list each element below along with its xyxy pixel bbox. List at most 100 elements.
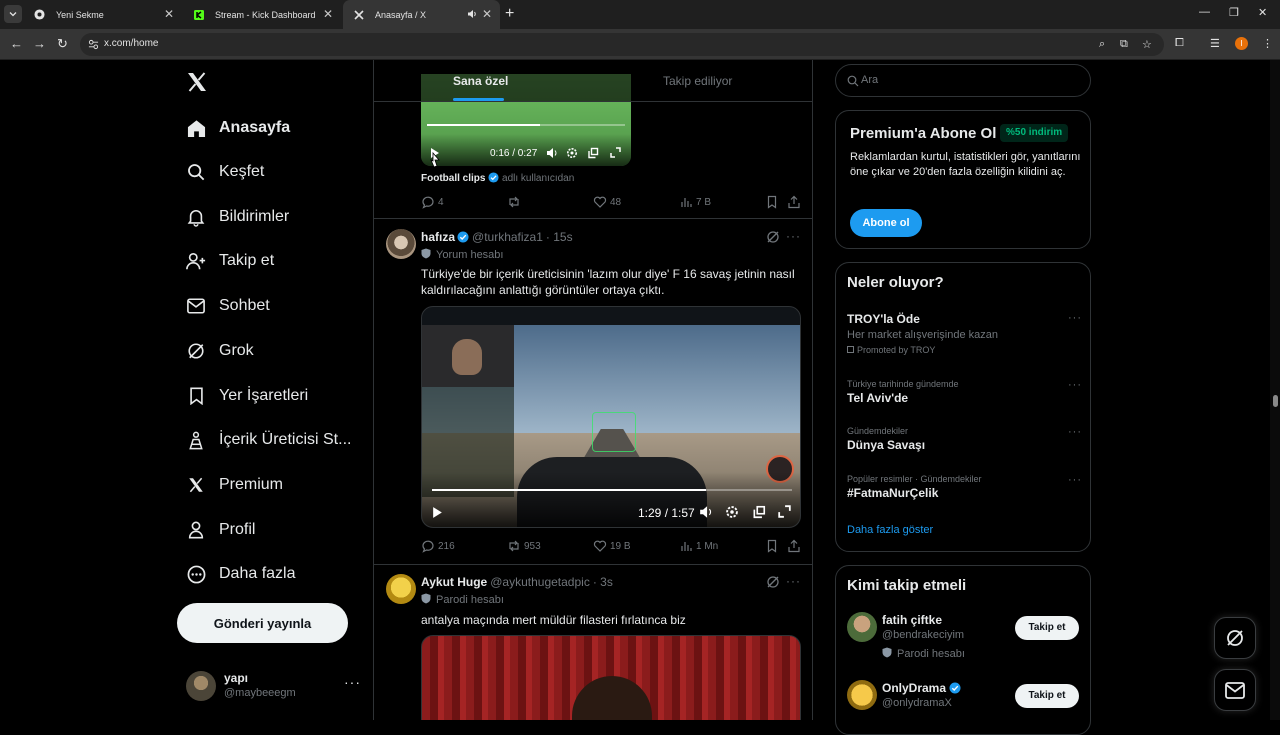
nav-item-chat[interactable]: Sohbet bbox=[186, 290, 270, 322]
close-icon[interactable]: ✕ bbox=[164, 8, 174, 20]
messages-fab-button[interactable] bbox=[1214, 669, 1256, 711]
speaker-icon[interactable] bbox=[467, 9, 478, 19]
nav-item-explore[interactable]: Keşfet bbox=[186, 156, 264, 188]
more-dots-icon[interactable]: ··· bbox=[786, 574, 801, 588]
play-icon[interactable] bbox=[432, 506, 443, 519]
video-credit[interactable]: Football clips adlı kullanıcıdan bbox=[421, 172, 574, 184]
video-progress-bar[interactable] bbox=[432, 489, 792, 491]
close-icon[interactable]: ✕ bbox=[323, 8, 333, 20]
author-handle[interactable]: @turkhafiza1 bbox=[472, 230, 543, 244]
more-dots-icon[interactable]: ··· bbox=[1068, 379, 1082, 391]
bookmark-button[interactable] bbox=[765, 539, 782, 553]
more-dots-icon[interactable]: ··· bbox=[344, 674, 361, 690]
nav-item-premium[interactable]: Premium bbox=[186, 469, 283, 501]
avatar[interactable] bbox=[847, 612, 877, 642]
grok-icon[interactable] bbox=[766, 575, 780, 589]
reply-button[interactable]: 216 bbox=[421, 539, 455, 553]
author-handle[interactable]: @aykuthugetadpic bbox=[490, 575, 590, 589]
install-app-icon[interactable]: ⧉ bbox=[1120, 38, 1128, 51]
tab-following[interactable]: Takip ediliyor bbox=[663, 74, 732, 88]
nav-item-more[interactable]: Daha fazla bbox=[186, 558, 296, 590]
trend-item[interactable]: Popüler resimler · Gündemdekiler #FatmaN… bbox=[847, 474, 1082, 500]
subscribe-button[interactable]: Abone ol bbox=[850, 209, 922, 237]
suggestion-name[interactable]: fatih çiftke bbox=[882, 613, 942, 627]
avatar[interactable] bbox=[386, 229, 416, 259]
repost-button[interactable]: 953 bbox=[507, 539, 541, 553]
author-name[interactable]: Aykut Huge bbox=[421, 575, 487, 589]
nav-item-profile[interactable]: Profil bbox=[186, 514, 255, 546]
nav-item-follow[interactable]: Takip et bbox=[186, 245, 274, 277]
more-dots-icon[interactable]: ··· bbox=[786, 229, 801, 243]
follow-suggestion[interactable]: OnlyDrama @onlydramaX Takip et bbox=[847, 680, 1082, 730]
page-scrollbar[interactable] bbox=[1270, 60, 1280, 720]
close-window-button[interactable]: ✕ bbox=[1258, 6, 1267, 19]
avatar[interactable] bbox=[847, 680, 877, 710]
views-button[interactable]: 1 Mn bbox=[679, 539, 718, 553]
post-time[interactable]: · 3s bbox=[593, 575, 613, 589]
tab-search-button[interactable] bbox=[4, 5, 22, 23]
tab-for-you[interactable]: Sana özel bbox=[453, 74, 508, 88]
nav-item-home[interactable]: Anasayfa bbox=[186, 112, 290, 144]
follow-button[interactable]: Takip et bbox=[1015, 684, 1079, 708]
suggestion-name[interactable]: OnlyDrama bbox=[882, 681, 961, 695]
bookmark-button[interactable] bbox=[765, 195, 782, 209]
x-logo-icon[interactable] bbox=[185, 70, 209, 94]
zoom-icon[interactable]: ⌕ bbox=[1099, 38, 1105, 51]
trend-item[interactable]: Gündemdekiler Dünya Savaşı ··· bbox=[847, 426, 1082, 452]
media-control-icon[interactable]: ☰ bbox=[1210, 37, 1220, 50]
video-player[interactable]: 1:29 / 1:57 bbox=[421, 306, 801, 528]
browser-menu-icon[interactable]: ⋮ bbox=[1262, 37, 1273, 50]
more-dots-icon[interactable]: ··· bbox=[1068, 474, 1082, 486]
tab-kick-dashboard[interactable]: Stream - Kick Dashboard ✕ bbox=[183, 0, 341, 29]
post-author[interactable]: Aykut Huge @aykuthugetadpic · 3s bbox=[421, 575, 613, 589]
repost-button[interactable] bbox=[507, 195, 524, 209]
post-button[interactable]: Gönderi yayınla bbox=[177, 603, 348, 643]
settings-gear-icon[interactable] bbox=[566, 147, 578, 159]
forward-button[interactable]: → bbox=[33, 36, 46, 52]
nav-item-bookmarks[interactable]: Yer İşaretleri bbox=[186, 380, 308, 412]
like-button[interactable]: 19 B bbox=[593, 539, 631, 553]
extensions-icon[interactable]: ⧠ bbox=[1175, 37, 1184, 50]
nav-item-grok[interactable]: Grok bbox=[186, 335, 254, 367]
minimize-button[interactable]: — bbox=[1199, 6, 1210, 18]
follow-suggestion[interactable]: fatih çiftke @bendrakeciyim Parodi hesab… bbox=[847, 612, 1082, 662]
address-bar[interactable]: x.com/home ⌕ ⧉ ☆ bbox=[80, 33, 1164, 56]
reply-button[interactable]: 4 bbox=[421, 195, 444, 209]
reload-button[interactable]: ↻ bbox=[57, 36, 68, 52]
share-button[interactable] bbox=[787, 539, 804, 553]
back-button[interactable]: ← bbox=[10, 36, 23, 52]
account-switcher[interactable]: yapı @maybeeegm ··· bbox=[184, 668, 364, 708]
video-progress-bar[interactable] bbox=[427, 124, 625, 126]
settings-gear-icon[interactable] bbox=[725, 505, 739, 519]
profile-avatar[interactable]: I bbox=[1235, 37, 1248, 50]
fullscreen-icon[interactable] bbox=[778, 505, 791, 518]
avatar[interactable] bbox=[386, 574, 416, 604]
nav-item-creator-studio[interactable]: İçerik Üreticisi St... bbox=[186, 424, 351, 456]
post-time[interactable]: · 15s bbox=[546, 230, 573, 244]
post-author[interactable]: hafıza @turkhafiza1 · 15s bbox=[421, 230, 573, 244]
tab-new-tab[interactable]: Yeni Sekme ✕ bbox=[24, 0, 182, 29]
like-button[interactable]: 48 bbox=[593, 195, 621, 209]
picture-in-picture-icon[interactable] bbox=[752, 505, 766, 519]
fullscreen-icon[interactable] bbox=[610, 147, 621, 158]
scrollbar-thumb[interactable] bbox=[1273, 395, 1278, 407]
bookmark-star-icon[interactable]: ☆ bbox=[1142, 38, 1152, 51]
grok-icon[interactable] bbox=[766, 230, 780, 244]
more-dots-icon[interactable]: ··· bbox=[1068, 312, 1082, 324]
tab-x-home[interactable]: Anasayfa / X ✕ bbox=[343, 0, 500, 29]
volume-icon[interactable] bbox=[699, 505, 714, 519]
site-info-icon[interactable] bbox=[88, 39, 99, 50]
trend-item[interactable]: TROY'la Öde Her market alışverişinde kaz… bbox=[847, 312, 1082, 355]
new-tab-button[interactable]: + bbox=[505, 6, 514, 22]
picture-in-picture-icon[interactable] bbox=[587, 147, 599, 159]
follow-button[interactable]: Takip et bbox=[1015, 616, 1079, 640]
trend-item[interactable]: Türkiye tarihinde gündemde Tel Aviv'de ·… bbox=[847, 379, 1082, 405]
video-player[interactable] bbox=[421, 635, 801, 720]
more-dots-icon[interactable]: ··· bbox=[1068, 426, 1082, 438]
volume-icon[interactable] bbox=[546, 147, 559, 159]
credit-account-name[interactable]: Football clips bbox=[421, 173, 485, 184]
show-more-link[interactable]: Daha fazla göster bbox=[847, 524, 933, 536]
author-name[interactable]: hafıza bbox=[421, 230, 455, 244]
nav-item-notifications[interactable]: Bildirimler bbox=[186, 201, 289, 233]
grok-fab-button[interactable] bbox=[1214, 617, 1256, 659]
